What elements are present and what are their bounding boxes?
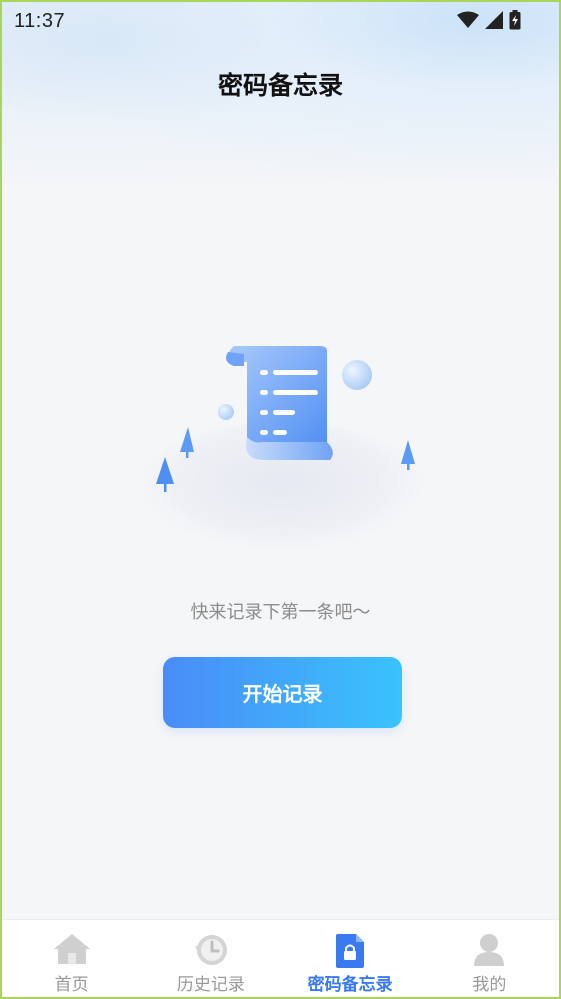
tab-mine-label: 我的 xyxy=(472,975,507,995)
home-icon xyxy=(53,932,91,970)
tab-history-label: 历史记录 xyxy=(176,975,245,995)
status-bar: 11:37 xyxy=(2,2,559,42)
empty-state-message: 快来记录下第一条吧～ xyxy=(190,602,371,623)
status-time: 11:37 xyxy=(14,10,66,32)
lock-document-icon xyxy=(334,932,366,974)
user-icon xyxy=(471,932,507,972)
bottom-tab-bar: 首页 历史记录 密码备忘录 我的 xyxy=(2,919,559,997)
app-screen: 11:37 密码备忘录 快来记录下第一条吧～ 开始记录 首页 历史记录 密码备忘… xyxy=(0,0,561,999)
tab-password-memo-label: 密码备忘录 xyxy=(307,975,393,995)
battery-charging-icon xyxy=(509,10,521,34)
tab-history[interactable]: 历史记录 xyxy=(141,920,280,997)
history-clock-icon xyxy=(192,932,230,972)
tab-password-memo[interactable]: 密码备忘录 xyxy=(281,920,420,997)
signal-icon xyxy=(485,11,503,33)
status-icons xyxy=(457,10,521,34)
page-title: 密码备忘录 xyxy=(217,71,343,100)
tab-mine[interactable]: 我的 xyxy=(420,920,559,997)
wifi-icon xyxy=(457,11,479,33)
tab-home[interactable]: 首页 xyxy=(2,920,141,997)
start-record-button[interactable]: 开始记录 xyxy=(163,657,402,728)
scroll-document-illustration xyxy=(122,332,442,582)
tab-home-label: 首页 xyxy=(54,975,89,995)
